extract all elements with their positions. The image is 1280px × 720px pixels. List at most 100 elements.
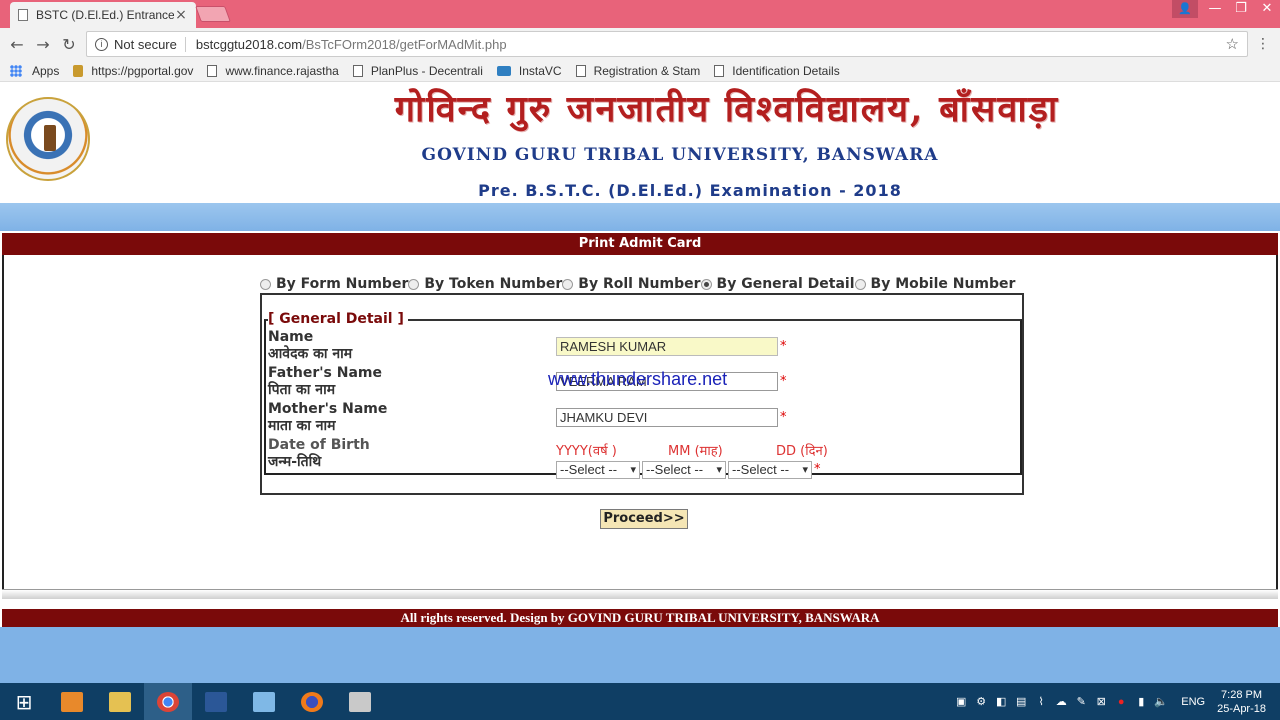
bookmark-instavc[interactable]: InstaVC	[496, 63, 562, 78]
radio-roll-number[interactable]: By Roll Number	[562, 276, 701, 292]
taskbar-chrome[interactable]	[144, 683, 192, 720]
dob-month-hint: MM (माह)	[668, 444, 723, 459]
bookmark-label: Apps	[32, 63, 60, 78]
radio-label: By Roll Number	[578, 276, 701, 292]
taskbar-app[interactable]	[336, 683, 384, 720]
name-input[interactable]	[556, 337, 778, 356]
university-logo	[6, 97, 90, 181]
forward-button[interactable]: →	[30, 35, 56, 54]
bookmark-pgportal[interactable]: https://pgportal.gov	[73, 64, 193, 78]
bookmark-identification[interactable]: Identification Details	[714, 64, 840, 78]
radio-button[interactable]	[260, 278, 271, 290]
dob-month-select[interactable]: --Select --	[642, 461, 726, 479]
back-button[interactable]: ←	[4, 35, 30, 54]
minimize-button[interactable]: —	[1202, 0, 1228, 20]
address-bar[interactable]: i Not secure bstcggtu2018.com /BsTcFOrm2…	[86, 31, 1248, 57]
radio-general-detail[interactable]: By General Detail	[700, 276, 855, 292]
mother-name-input[interactable]	[556, 408, 778, 427]
mother-label-en: Mother's Name	[268, 401, 388, 417]
onedrive-icon[interactable]: ☁	[1051, 695, 1071, 708]
start-button[interactable]: ⊞	[0, 683, 48, 720]
close-window-button[interactable]: ✕	[1254, 0, 1280, 20]
taskbar-media-player[interactable]	[48, 683, 96, 720]
mother-name-label: Mother's Name माता का नाम	[268, 401, 387, 435]
mother-label-hi: माता का नाम	[268, 418, 336, 434]
maximize-button[interactable]: ❐	[1228, 0, 1254, 20]
scanner-icon	[349, 691, 371, 712]
security-label: Not secure	[114, 36, 186, 52]
browser-tab[interactable]: BSTC (D.El.Ed.) Entrance E ×	[10, 2, 196, 28]
search-mode-radios: By Form Number By Token Number By Roll N…	[260, 276, 1015, 292]
bookmark-label: www.finance.rajastha	[225, 63, 339, 78]
general-detail-fieldset: [ General Detail ] Nameआवेदक का नाम * Fa…	[264, 311, 1022, 479]
reload-button[interactable]: ↻	[56, 35, 82, 54]
tray-icon[interactable]: ▤	[1011, 695, 1031, 708]
name-label-en: Name	[268, 329, 314, 345]
bookmark-finance[interactable]: www.finance.rajastha	[207, 63, 339, 78]
word-icon	[205, 691, 227, 712]
dob-day-hint: DD (दिन)	[776, 444, 828, 459]
chrome-icon	[157, 691, 179, 712]
taskbar-notepad[interactable]	[240, 683, 288, 720]
english-title: GOVIND GURU TRIBAL UNIVERSITY, BANSWARA	[421, 145, 939, 165]
firefox-icon	[301, 691, 323, 712]
browser-menu-icon[interactable]: ⋮	[1256, 36, 1270, 52]
bookmark-apps[interactable]: Apps	[10, 64, 59, 78]
footer-band	[0, 627, 1280, 683]
radio-mobile-number[interactable]: By Mobile Number	[854, 276, 1016, 292]
bookmark-star-icon[interactable]: ☆	[1226, 35, 1239, 53]
browser-toolbar: ← → ↻ i Not secure bstcggtu2018.com /BsT…	[0, 28, 1280, 60]
taskbar-word[interactable]	[192, 683, 240, 720]
clock[interactable]: 7:28 PM 25-Apr-18	[1217, 688, 1266, 716]
radio-token-number[interactable]: By Token Number	[408, 276, 562, 292]
info-icon[interactable]: i	[95, 37, 108, 51]
site-footer: All rights reserved. Design by GOVIND GU…	[2, 609, 1278, 627]
url-path: /BsTcFOrm2018/getForMAdMit.php	[302, 36, 507, 52]
radio-label: By Token Number	[424, 276, 563, 292]
father-label-en: Father's Name	[268, 365, 382, 381]
profile-icon[interactable]: 👤	[1172, 0, 1198, 18]
fieldset-legend: [ General Detail ]	[268, 311, 408, 327]
taskbar-file-explorer[interactable]	[96, 683, 144, 720]
taskbar-firefox[interactable]	[288, 683, 336, 720]
battery-icon[interactable]: ▮	[1131, 695, 1151, 708]
bookmarks-bar: Apps https://pgportal.gov www.finance.ra…	[0, 60, 1280, 82]
radio-button[interactable]	[854, 278, 866, 290]
bookmark-planplus[interactable]: PlanPlus - Decentrali	[352, 64, 483, 78]
page-icon	[714, 64, 725, 77]
record-icon[interactable]: ●	[1111, 696, 1131, 708]
tray-icon[interactable]: ▣	[951, 695, 971, 708]
page-icon	[575, 64, 586, 77]
tray-icon[interactable]: ◧	[991, 695, 1011, 708]
required-mark: *	[780, 339, 787, 354]
radio-button-selected[interactable]	[700, 278, 712, 290]
tab-close-icon[interactable]: ×	[174, 7, 188, 23]
tray-icon[interactable]: ⊠	[1091, 695, 1111, 708]
tray-icon[interactable]: ✎	[1071, 695, 1091, 708]
bookmark-registration[interactable]: Registration & Stam	[575, 63, 701, 78]
language-indicator[interactable]: ENG	[1181, 696, 1205, 708]
web-page: गोविन्द गुरु जनजातीय विश्वविद्यालय, बाँस…	[0, 83, 1280, 683]
proceed-button[interactable]: Proceed>>	[600, 509, 688, 529]
volume-icon[interactable]: 🔈	[1151, 695, 1171, 708]
tab-title: BSTC (D.El.Ed.) Entrance E	[36, 8, 174, 22]
bookmark-label: Registration & Stam	[593, 63, 701, 78]
dob-year-select[interactable]: --Select --	[556, 461, 640, 479]
windows-taskbar: ⊞ ▣ ⚙ ◧ ▤ ⌇ ☁ ✎ ⊠ ● ▮ 🔈 ENG 7:28 PM 25-A…	[0, 683, 1280, 720]
url-host: bstcggtu2018.com	[195, 36, 303, 52]
tower-icon	[44, 125, 56, 151]
content-bottom-border	[2, 589, 1278, 599]
page-icon	[18, 9, 28, 21]
radio-button[interactable]	[562, 278, 574, 290]
radio-form-number[interactable]: By Form Number	[260, 276, 408, 292]
radio-label: By Mobile Number	[870, 276, 1016, 292]
radio-button[interactable]	[408, 278, 420, 290]
radio-label: By Form Number	[276, 276, 409, 292]
bookmark-label: InstaVC	[518, 63, 562, 78]
network-share-icon[interactable]: ⚙	[971, 695, 991, 708]
new-tab-button[interactable]	[195, 6, 231, 22]
header-band	[0, 203, 1280, 231]
dob-day-select[interactable]: --Select --	[728, 461, 812, 479]
wifi-icon[interactable]: ⌇	[1031, 695, 1051, 708]
section-title: Print Admit Card	[2, 233, 1278, 255]
